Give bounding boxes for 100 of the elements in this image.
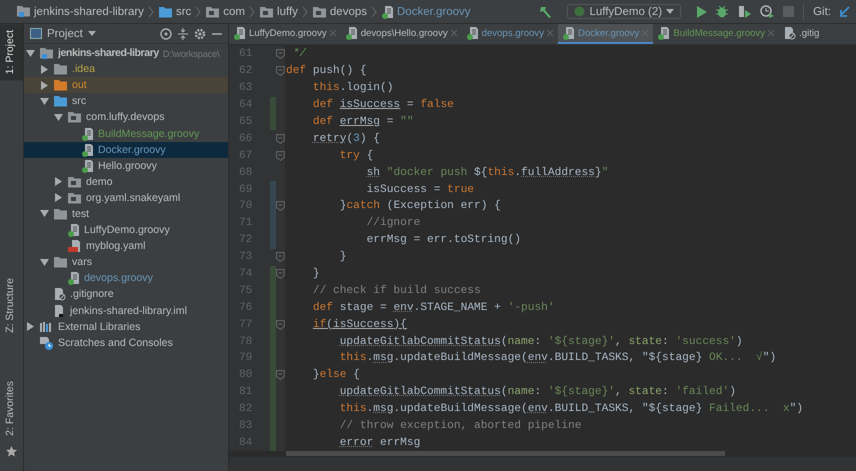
tree-item[interactable]: BuildMessage.groovy <box>24 125 228 142</box>
code-line: def push() { <box>286 65 367 78</box>
run-configuration-dropdown[interactable]: LuffyDemo (2) <box>567 4 682 19</box>
update-arrow-icon[interactable] <box>840 6 850 17</box>
code-line: //ignore <box>366 217 420 230</box>
expanded-arrow-icon[interactable] <box>40 96 49 106</box>
module-file-icon <box>53 304 66 318</box>
fold-marker-icon[interactable] <box>276 269 285 280</box>
tree-item[interactable]: jenkins-shared-library D:\workspace\ <box>24 45 228 62</box>
tree-item[interactable]: test <box>24 206 228 222</box>
breadcrumb-item[interactable]: Docker.groovy <box>381 4 471 18</box>
tree-item[interactable]: LuffyDemo.groovy <box>24 222 228 238</box>
tree-item[interactable]: src <box>24 93 228 110</box>
tree-item[interactable]: jenkins-shared-library.iml <box>24 302 228 319</box>
tree-item[interactable]: myblog.yaml <box>24 238 228 254</box>
bug-icon[interactable] <box>716 5 728 18</box>
editor-tab[interactable]: devops\Hello.groovy <box>340 24 462 44</box>
hammer-icon[interactable] <box>538 4 552 18</box>
tree-item[interactable]: Docker.groovy <box>24 142 228 158</box>
collapsed-arrow-icon[interactable] <box>54 193 63 202</box>
fold-marker-icon[interactable] <box>276 320 285 330</box>
code-line: sh "docker push ${this.fullAddress}" <box>366 166 608 179</box>
tree-item[interactable]: devops.groovy <box>24 270 228 286</box>
yaml-file-icon <box>67 239 82 254</box>
editor-tab[interactable]: .gitig <box>779 24 824 44</box>
expanded-arrow-icon[interactable] <box>26 48 35 58</box>
groovy-file-icon <box>233 26 246 40</box>
settings-icon[interactable] <box>194 28 206 40</box>
vcs-label: Git: <box>813 6 831 18</box>
code-line: updateGitlabCommitStatus(name: '${stage}', state: 'success') <box>338 336 743 348</box>
tool-window-tab[interactable]: 2: Favorites <box>0 375 23 442</box>
code-line: if(isSuccess){ <box>312 318 407 331</box>
editor-tab[interactable]: devops.groovy <box>462 24 558 44</box>
editor-tab[interactable]: BuildMessage.groovy <box>653 24 780 44</box>
tool-window-tab[interactable]: 1: Project <box>0 24 23 80</box>
collapsed-arrow-icon[interactable] <box>54 177 63 186</box>
fold-marker-icon[interactable] <box>276 252 285 262</box>
project-view-dropdown[interactable]: Project <box>30 28 154 40</box>
coverage-icon[interactable] <box>737 5 752 18</box>
breadcrumb-item[interactable]: jenkins-shared-library <box>16 5 144 18</box>
groovy-file-icon <box>81 126 94 141</box>
groovy-file-icon <box>381 4 394 18</box>
collapsed-arrow-icon[interactable] <box>26 322 35 332</box>
run-icon[interactable] <box>696 6 708 18</box>
breadcrumb-item[interactable]: com <box>205 6 246 18</box>
scratch-icon <box>39 336 54 350</box>
tree-item[interactable]: .gitignore <box>24 286 228 302</box>
code-line: try { <box>338 150 374 162</box>
expanded-arrow-icon[interactable] <box>40 209 49 218</box>
code-line: } <box>338 251 346 264</box>
folder-icon <box>53 208 68 220</box>
editor-tab[interactable]: LuffyDemo.groovy <box>229 24 341 44</box>
tree-item[interactable]: .idea <box>24 61 228 78</box>
code-line: // check if build success <box>312 284 481 297</box>
fold-marker-icon[interactable] <box>276 201 285 212</box>
chevron-icon <box>249 6 256 18</box>
module-folder-icon <box>39 46 54 60</box>
fold-marker-icon[interactable] <box>276 49 285 60</box>
profiler-icon[interactable] <box>760 5 774 18</box>
collapsed-arrow-icon[interactable] <box>40 64 49 74</box>
close-icon[interactable] <box>768 30 774 36</box>
collapse-all-icon[interactable] <box>178 28 188 40</box>
tool-window-tab[interactable]: Z: Structure <box>0 272 23 340</box>
horizontal-scrollbar[interactable] <box>286 451 725 456</box>
collapsed-arrow-icon[interactable] <box>40 80 49 90</box>
tree-item[interactable]: demo <box>24 174 228 190</box>
close-icon[interactable] <box>450 30 457 36</box>
window-icon <box>30 28 42 39</box>
fold-marker-icon[interactable] <box>276 134 285 144</box>
tree-item[interactable]: Scratches and Consoles <box>24 334 228 351</box>
code-line: } <box>312 268 320 280</box>
fold-marker-icon[interactable] <box>276 370 285 380</box>
code-line: // throw exception, aborted pipeline <box>338 420 582 432</box>
expanded-arrow-icon[interactable] <box>54 112 63 122</box>
package-icon <box>312 6 327 18</box>
close-icon[interactable] <box>330 30 336 36</box>
tree-item[interactable]: com.luffy.devops <box>24 109 228 126</box>
expanded-arrow-icon[interactable] <box>40 258 49 267</box>
tree-item[interactable]: vars <box>24 254 228 270</box>
breadcrumb-item[interactable]: luffy <box>259 6 298 18</box>
tree-item[interactable]: org.yaml.snakeyaml <box>24 190 228 206</box>
tree-item[interactable]: out <box>24 77 228 94</box>
tree-item[interactable]: Hello.groovy <box>24 158 228 174</box>
star-icon <box>6 446 17 457</box>
breadcrumb-item[interactable]: src <box>158 6 192 18</box>
groovy-run-icon <box>574 6 586 17</box>
tree-item[interactable]: External Libraries <box>24 318 228 335</box>
locate-icon[interactable] <box>160 28 172 40</box>
library-icon <box>39 320 54 333</box>
chevron-icon <box>148 6 154 18</box>
package-icon <box>67 192 82 204</box>
code-line: */ <box>292 48 306 60</box>
fold-marker-icon[interactable] <box>276 66 285 76</box>
code-line: isSuccess = true <box>366 184 474 196</box>
breadcrumb-item[interactable]: devops <box>312 6 367 18</box>
groovy-file-icon <box>562 26 576 40</box>
fold-marker-icon[interactable] <box>276 150 285 161</box>
close-icon[interactable] <box>547 30 554 36</box>
groovy-file-icon <box>67 223 80 238</box>
code-line: def isSuccess = false <box>312 99 454 112</box>
